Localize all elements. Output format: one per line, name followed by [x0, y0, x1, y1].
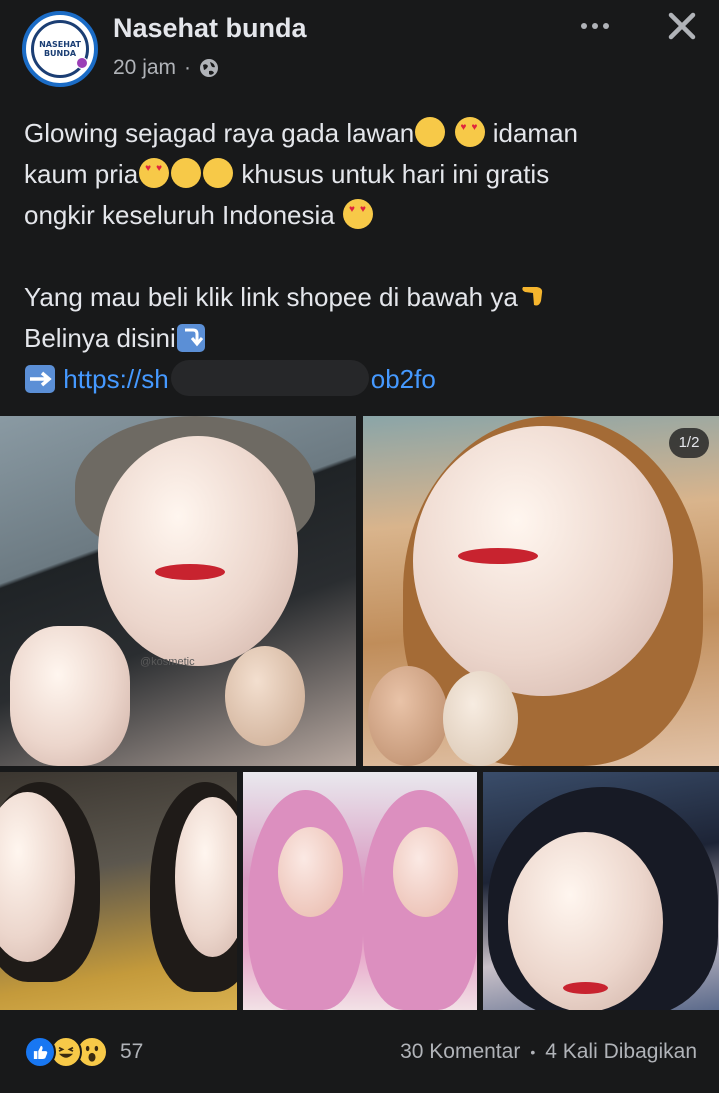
photo-1[interactable]: @kosmetic [0, 416, 356, 766]
post-text-segment: ongkir keseluruh Indonesia [24, 200, 342, 230]
watermark: @kosmetic [140, 656, 195, 668]
post-line-2: kaum pria ♥ ♥ khusus untuk hari ini gratis [24, 154, 704, 195]
photo-5[interactable] [483, 772, 719, 1010]
post-line-3: ongkir keseluruh Indonesia ♥ ♥ [24, 195, 704, 236]
avatar-logo-text: NASEHAT BUNDA [39, 40, 81, 58]
page-name[interactable]: Nasehat bunda [113, 13, 307, 44]
post-line-4: Yang mau beli klik link shopee di bawah … [24, 277, 704, 318]
post-header: NASEHAT BUNDA Nasehat bunda 20 jam · [0, 0, 719, 95]
arrow-down-curve-icon [176, 324, 205, 352]
redacted-link-section [170, 360, 369, 396]
point-down-icon [522, 287, 542, 306]
post-body: Glowing sejagad raya gada lawan ♥ ♥ idama… [24, 113, 704, 400]
more-options-icon[interactable] [578, 16, 612, 36]
post-line-6: https://sh ob2fo [24, 359, 704, 400]
shopee-link[interactable]: https://sh ob2fo [63, 360, 436, 396]
engagement-stats: 30 Komentar • 4 Kali Dibagikan [400, 1040, 697, 1064]
rofl-emoji-icon [415, 117, 446, 147]
close-icon[interactable] [664, 8, 700, 44]
heart-icon [76, 57, 88, 69]
post-text-segment: Glowing sejagad raya gada lawan [24, 118, 415, 148]
comments-count[interactable]: 30 Komentar [400, 1040, 520, 1064]
heart-eyes-emoji-icon: ♥ ♥ [342, 199, 373, 229]
post-text-segment: Yang mau beli klik link shopee di bawah … [24, 282, 518, 312]
stats-separator: • [530, 1044, 536, 1060]
rofl-emoji-icon [203, 158, 234, 188]
reaction-count: 57 [120, 1040, 144, 1063]
like-reaction-icon [24, 1036, 56, 1068]
avatar-badge: NASEHAT BUNDA [31, 20, 89, 78]
photo-3[interactable] [0, 772, 237, 1010]
post-meta: 20 jam · [113, 56, 219, 80]
globe-icon [200, 59, 219, 77]
yawning-emoji-icon [171, 158, 202, 188]
photo-2[interactable] [363, 416, 719, 766]
post-time[interactable]: 20 jam [113, 56, 176, 80]
heart-eyes-emoji-icon: ♥ ♥ [139, 158, 170, 188]
post-line-1: Glowing sejagad raya gada lawan ♥ ♥ idama… [24, 113, 704, 154]
arrow-right-icon [25, 365, 55, 393]
post-text-segment: idaman [485, 118, 578, 148]
heart-eyes-emoji-icon: ♥ ♥ [454, 117, 485, 147]
photo-4[interactable] [243, 772, 477, 1010]
reactions-summary[interactable]: 57 [24, 1036, 143, 1068]
meta-separator: · [184, 56, 192, 79]
post-line-5: Belinya disini [24, 318, 704, 359]
post-text-segment: Belinya disini [24, 323, 176, 353]
page-avatar[interactable]: NASEHAT BUNDA [22, 11, 98, 87]
gallery-counter-badge: 1/2 [669, 428, 709, 458]
post-text-segment: khusus untuk hari ini gratis [234, 159, 550, 189]
shares-count[interactable]: 4 Kali Dibagikan [545, 1040, 697, 1064]
post-text-segment: kaum pria [24, 159, 139, 189]
